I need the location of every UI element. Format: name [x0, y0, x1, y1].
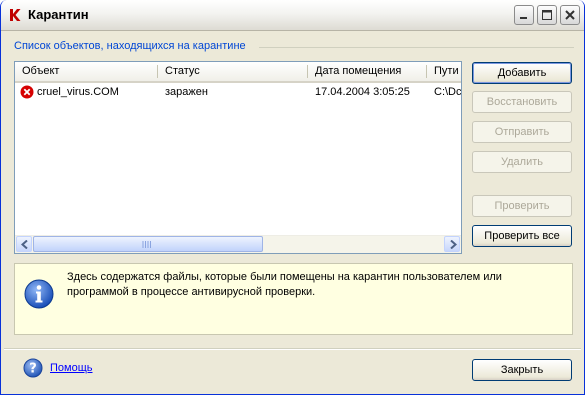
close-button[interactable]: Закрыть [472, 359, 572, 381]
cell-object: cruel_virus.COM [37, 86, 119, 98]
help-icon[interactable]: ? [23, 358, 43, 378]
maximize-icon [542, 10, 552, 20]
scroll-grip-icon [142, 241, 151, 248]
delete-button[interactable]: Удалить [472, 151, 572, 173]
check-all-button[interactable]: Проверить все [472, 225, 572, 247]
cell-date: 17.04.2004 3:05:25 [315, 86, 410, 98]
minimize-button[interactable] [514, 5, 534, 25]
help-link[interactable]: Помощь [50, 362, 93, 374]
group-divider [259, 47, 574, 48]
dialog-client-area: Список объектов, находящихся на карантин… [4, 31, 581, 392]
info-icon [24, 279, 54, 309]
kaspersky-logo-icon [10, 9, 21, 21]
maximize-button[interactable] [537, 5, 557, 25]
list-row[interactable]: cruel_virus.COM заражен 17.04.2004 3:05:… [15, 83, 461, 101]
column-header-date[interactable]: Дата помещения [308, 62, 426, 81]
quarantine-list[interactable]: Объект Статус Дата помещения Пути cruel_… [14, 61, 462, 254]
footer-divider [4, 348, 581, 350]
group-title: Список объектов, находящихся на карантин… [14, 40, 250, 52]
close-icon [565, 10, 575, 20]
column-header-status[interactable]: Статус [158, 62, 308, 81]
title-bar[interactable]: Карантин [1, 0, 584, 31]
add-button[interactable]: Добавить [472, 62, 572, 84]
error-x-icon [20, 85, 34, 99]
check-button[interactable]: Проверить [472, 195, 572, 217]
scroll-right-button[interactable] [444, 236, 460, 252]
minimize-icon [520, 17, 527, 19]
scroll-left-button[interactable] [16, 236, 32, 252]
quarantine-window: Карантин Список объектов, находящихся на… [0, 0, 585, 395]
column-header-object[interactable]: Объект [15, 62, 158, 81]
list-header: Объект Статус Дата помещения Пути [15, 62, 461, 83]
send-button[interactable]: Отправить [472, 121, 572, 143]
restore-button[interactable]: Восстановить [472, 91, 572, 113]
arrow-left-icon [21, 240, 28, 249]
arrow-right-icon [450, 240, 457, 249]
info-text: Здесь содержатся файлы, которые были пом… [67, 271, 502, 298]
window-title: Карантин [28, 7, 89, 22]
scroll-thumb[interactable] [33, 236, 263, 252]
cell-path: C:\Dc [434, 86, 461, 98]
svg-text:?: ? [29, 362, 37, 377]
cell-status: заражен [165, 86, 208, 98]
horizontal-scrollbar[interactable] [15, 235, 461, 253]
info-panel: Здесь содержатся файлы, которые были пом… [14, 263, 573, 335]
column-header-path[interactable]: Пути [427, 62, 461, 81]
close-window-button[interactable] [560, 5, 580, 25]
